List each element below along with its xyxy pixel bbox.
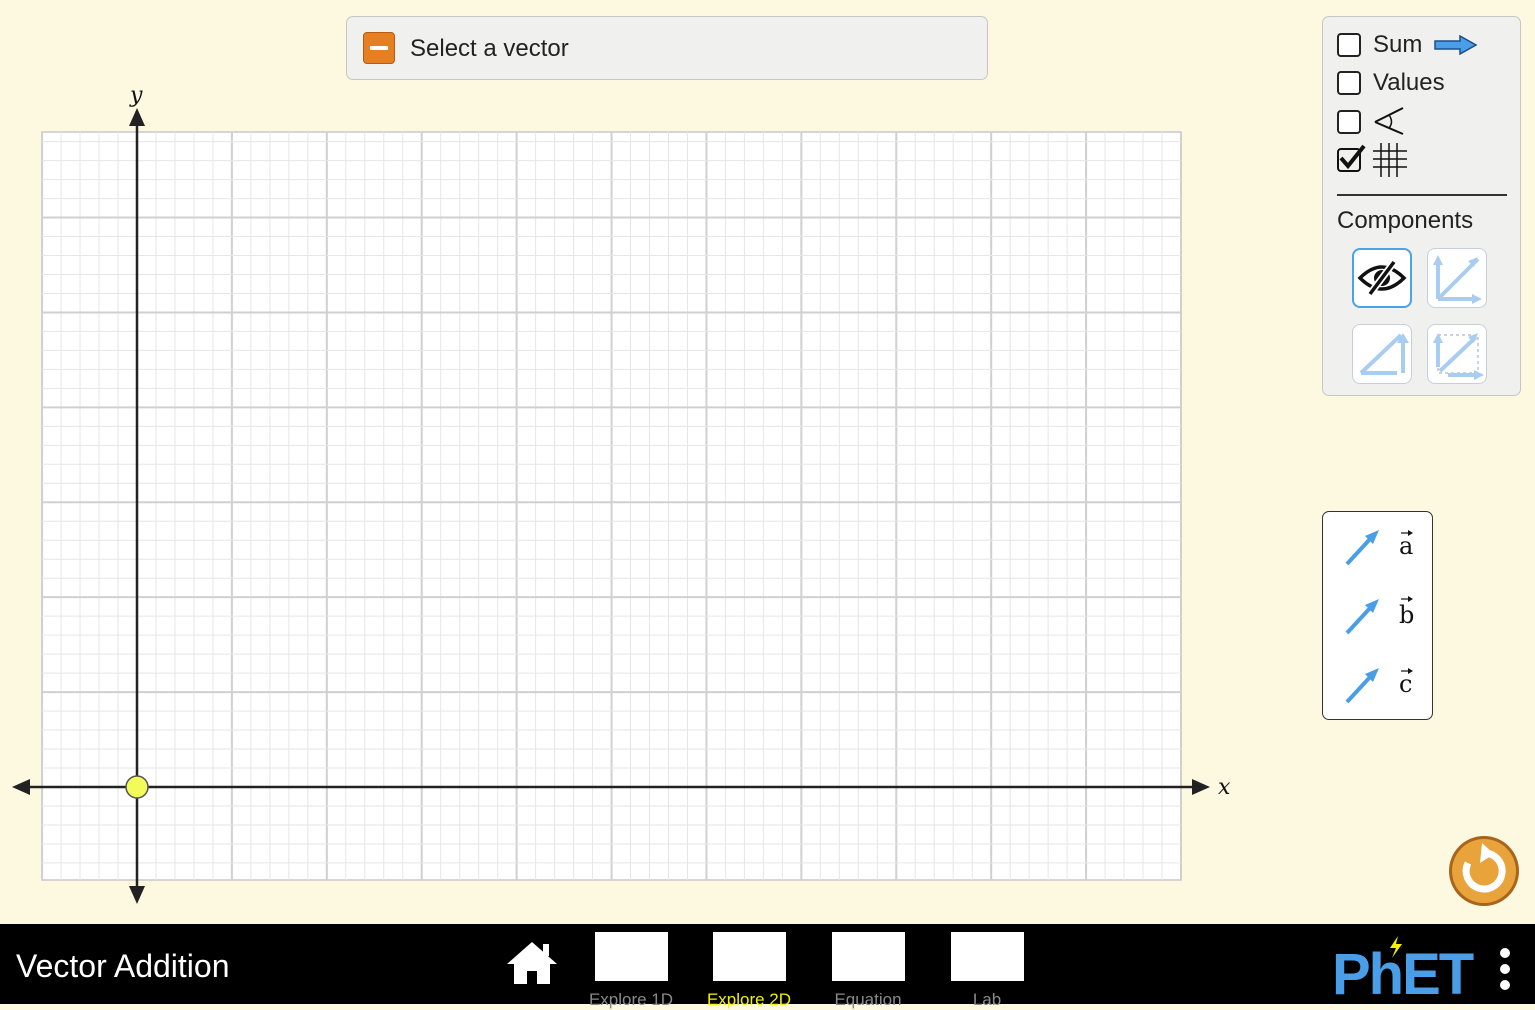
options-menu-button[interactable]: [1494, 948, 1516, 998]
y-axis-label: y: [129, 83, 143, 108]
values-checkbox[interactable]: Values: [1337, 69, 1445, 96]
components-triangle-icon: [1359, 333, 1409, 375]
coordinate-graph[interactable]: x y: [0, 80, 1250, 910]
components-on-axis-button[interactable]: [1427, 248, 1487, 308]
tab-label: Explore 1D: [588, 990, 674, 1009]
selected-vector-panel: Select a vector: [346, 16, 988, 80]
vector-arrow-icon: [1345, 668, 1379, 704]
vector-creator-toolbox: a b c: [1322, 511, 1433, 720]
phet-logo[interactable]: PhET: [1330, 934, 1486, 998]
checkbox-box[interactable]: [1337, 144, 1366, 172]
vector-arrow-icon: [1345, 599, 1379, 635]
screen-thumbnail: [832, 932, 905, 981]
vector-b-label: b: [1399, 601, 1415, 629]
components-title: Components: [1337, 207, 1474, 234]
angle-checkbox[interactable]: [1337, 107, 1411, 135]
components-invisible-button[interactable]: [1352, 248, 1412, 308]
vector-overarrow-icon: [1401, 530, 1413, 536]
checkmark-icon: [1339, 144, 1366, 170]
x-axis-arrow-left: [12, 779, 30, 795]
selected-vector-label: Select a vector: [410, 35, 569, 62]
tab-explore-1d[interactable]: Explore 1D: [571, 932, 691, 1009]
eye-slash-icon: [1357, 259, 1407, 297]
vector-overarrow-icon: [1401, 596, 1413, 602]
tab-explore-2d[interactable]: Explore 2D: [689, 932, 809, 1009]
vector-b-creator[interactable]: b: [1337, 596, 1417, 637]
components-parallelogram-button[interactable]: [1427, 324, 1487, 384]
angle-icon: [1374, 107, 1404, 135]
collapse-button[interactable]: [363, 32, 395, 64]
x-axis-arrow-right: [1192, 779, 1210, 795]
tab-lab[interactable]: Lab: [927, 932, 1047, 1009]
graph-control-panel: Sum Values Components: [1322, 16, 1521, 396]
components-triangle-button[interactable]: [1352, 324, 1412, 384]
origin-handle[interactable]: [125, 775, 149, 799]
sim-title: Vector Addition: [16, 948, 230, 984]
y-axis-arrow-bottom: [129, 886, 145, 904]
screen-thumbnail: [595, 932, 668, 981]
vector-arrow-icon: [1345, 530, 1379, 566]
home-icon: [507, 942, 557, 984]
phet-logo-text: PhET: [1332, 942, 1474, 998]
grid-icon: [1373, 143, 1407, 177]
play-area: x y Select a vector Sum Values Component…: [0, 0, 1535, 924]
tab-label: Lab: [972, 990, 1002, 1009]
tab-equation[interactable]: Equation: [808, 932, 928, 1009]
checkbox-box[interactable]: [1337, 33, 1361, 57]
sum-checkbox[interactable]: Sum: [1337, 31, 1478, 58]
sum-label: Sum: [1373, 31, 1423, 58]
reset-all-button[interactable]: [1448, 835, 1520, 907]
sum-arrow-icon: [1434, 35, 1478, 55]
grid-checkbox[interactable]: [1337, 143, 1411, 177]
components-on-axis-icon: [1433, 255, 1482, 304]
checkbox-box[interactable]: [1337, 110, 1361, 134]
components-parallelogram-icon: [1433, 333, 1484, 380]
vector-overarrow-icon: [1401, 668, 1413, 674]
tab-label: Explore 2D: [706, 990, 792, 1009]
x-axis-label: x: [1218, 775, 1231, 800]
grid-lines: [41, 131, 1182, 881]
vector-c-creator[interactable]: c: [1337, 666, 1417, 706]
vector-a-creator[interactable]: a: [1337, 528, 1417, 568]
screen-thumbnail: [713, 932, 786, 981]
checkbox-box[interactable]: [1337, 71, 1361, 95]
values-label: Values: [1373, 69, 1445, 96]
y-axis-arrow-top: [129, 108, 145, 126]
home-button[interactable]: [505, 938, 559, 988]
tab-label: Equation: [834, 990, 902, 1009]
panel-divider: [1337, 194, 1507, 196]
reset-icon: [1449, 836, 1519, 906]
navigation-bar: Vector Addition Explore 1D Explore 2D Eq…: [0, 924, 1535, 1009]
screen-thumbnail: [951, 932, 1024, 981]
